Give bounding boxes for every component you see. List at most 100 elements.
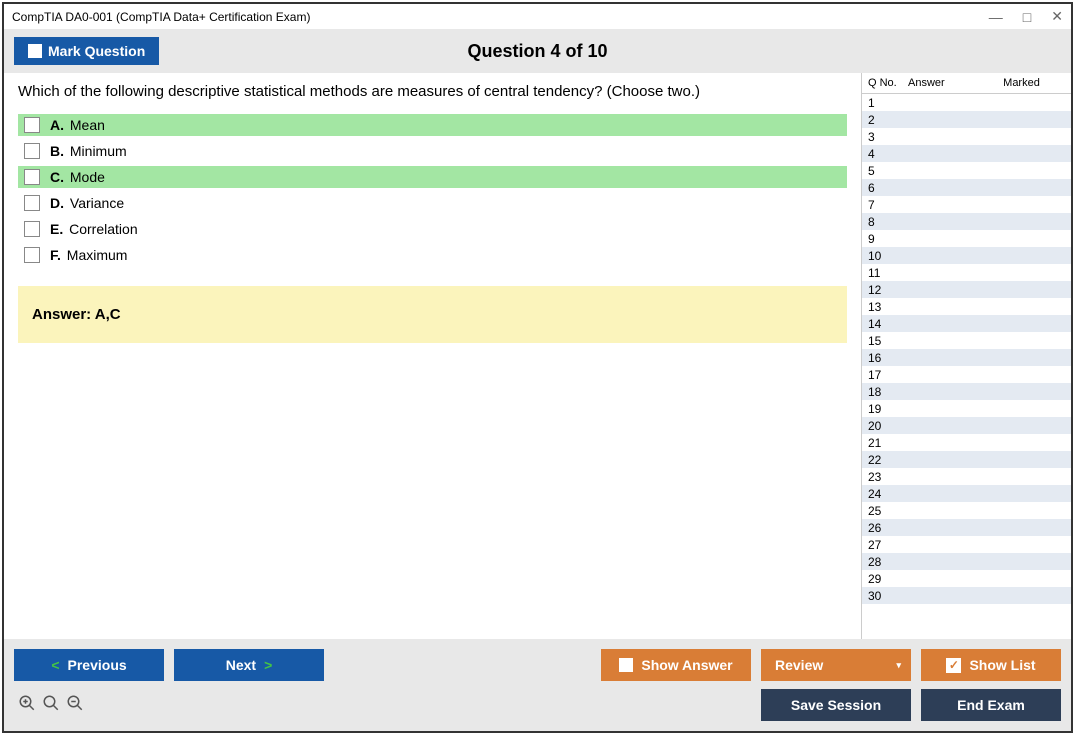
- question-list-row[interactable]: 5: [862, 162, 1071, 179]
- question-list-row[interactable]: 13: [862, 298, 1071, 315]
- option-row[interactable]: D. Variance: [18, 192, 847, 214]
- checkbox-icon[interactable]: [24, 195, 40, 211]
- mark-question-button[interactable]: Mark Question: [14, 37, 159, 65]
- question-list-row[interactable]: 19: [862, 400, 1071, 417]
- question-list-row[interactable]: 15: [862, 332, 1071, 349]
- qno-cell: 14: [868, 317, 908, 331]
- show-answer-label: Show Answer: [641, 657, 732, 673]
- question-list-row[interactable]: 16: [862, 349, 1071, 366]
- qno-cell: 29: [868, 572, 908, 586]
- question-list-row[interactable]: 7: [862, 196, 1071, 213]
- maximize-icon[interactable]: □: [1023, 9, 1031, 25]
- window-title: CompTIA DA0-001 (CompTIA Data+ Certifica…: [12, 10, 310, 24]
- footer-bar: < Previous Next > Show Answer Review ▾ ✓…: [4, 639, 1071, 731]
- question-counter: Question 4 of 10: [467, 41, 607, 62]
- previous-button[interactable]: < Previous: [14, 649, 164, 681]
- end-exam-button[interactable]: End Exam: [921, 689, 1061, 721]
- option-row[interactable]: C. Mode: [18, 166, 847, 188]
- question-list-row[interactable]: 21: [862, 434, 1071, 451]
- qno-cell: 3: [868, 130, 908, 144]
- main-area: Which of the following descriptive stati…: [4, 73, 1071, 639]
- option-text: F. Maximum: [50, 247, 127, 263]
- next-button[interactable]: Next >: [174, 649, 324, 681]
- option-text: B. Minimum: [50, 143, 127, 159]
- question-list-row[interactable]: 6: [862, 179, 1071, 196]
- zoom-in-icon[interactable]: [18, 694, 36, 717]
- question-list-row[interactable]: 14: [862, 315, 1071, 332]
- show-list-label: Show List: [969, 657, 1035, 673]
- option-row[interactable]: A. Mean: [18, 114, 847, 136]
- option-row[interactable]: E. Correlation: [18, 218, 847, 240]
- question-list-row[interactable]: 17: [862, 366, 1071, 383]
- qno-cell: 24: [868, 487, 908, 501]
- zoom-reset-icon[interactable]: [42, 694, 60, 717]
- checkbox-icon[interactable]: [24, 143, 40, 159]
- qno-cell: 10: [868, 249, 908, 263]
- qno-cell: 4: [868, 147, 908, 161]
- review-button[interactable]: Review ▾: [761, 649, 911, 681]
- question-list-row[interactable]: 10: [862, 247, 1071, 264]
- question-list-row[interactable]: 1: [862, 94, 1071, 111]
- question-list-row[interactable]: 18: [862, 383, 1071, 400]
- save-session-button[interactable]: Save Session: [761, 689, 911, 721]
- question-list-row[interactable]: 23: [862, 468, 1071, 485]
- show-answer-button[interactable]: Show Answer: [601, 649, 751, 681]
- checkbox-icon: [28, 44, 42, 58]
- question-list-row[interactable]: 11: [862, 264, 1071, 281]
- qno-cell: 20: [868, 419, 908, 433]
- question-list-row[interactable]: 25: [862, 502, 1071, 519]
- checkmark-icon: ✓: [946, 658, 961, 673]
- checkbox-icon[interactable]: [24, 117, 40, 133]
- question-list-row[interactable]: 2: [862, 111, 1071, 128]
- answer-box: Answer: A,C: [18, 286, 847, 343]
- option-text: C. Mode: [50, 169, 105, 185]
- qno-cell: 7: [868, 198, 908, 212]
- question-list-row[interactable]: 29: [862, 570, 1071, 587]
- window-controls: — □ ✕: [989, 8, 1063, 25]
- zoom-controls: [14, 694, 84, 717]
- qno-cell: 9: [868, 232, 908, 246]
- question-list-row[interactable]: 28: [862, 553, 1071, 570]
- qno-cell: 26: [868, 521, 908, 535]
- close-icon[interactable]: ✕: [1051, 8, 1063, 25]
- option-row[interactable]: B. Minimum: [18, 140, 847, 162]
- chevron-right-icon: >: [264, 657, 272, 673]
- zoom-out-icon[interactable]: [66, 694, 84, 717]
- qno-cell: 6: [868, 181, 908, 195]
- checkbox-icon[interactable]: [24, 221, 40, 237]
- question-list[interactable]: 1234567891011121314151617181920212223242…: [862, 94, 1071, 639]
- question-pane: Which of the following descriptive stati…: [4, 73, 861, 639]
- question-list-row[interactable]: 8: [862, 213, 1071, 230]
- option-text: A. Mean: [50, 117, 105, 133]
- question-list-row[interactable]: 22: [862, 451, 1071, 468]
- qno-cell: 12: [868, 283, 908, 297]
- checkbox-icon[interactable]: [24, 169, 40, 185]
- question-list-row[interactable]: 3: [862, 128, 1071, 145]
- option-row[interactable]: F. Maximum: [18, 244, 847, 266]
- question-list-row[interactable]: 27: [862, 536, 1071, 553]
- header-bar: Mark Question Question 4 of 10: [4, 29, 1071, 73]
- qno-cell: 19: [868, 402, 908, 416]
- show-list-button[interactable]: ✓ Show List: [921, 649, 1061, 681]
- question-list-row[interactable]: 4: [862, 145, 1071, 162]
- question-list-row[interactable]: 24: [862, 485, 1071, 502]
- previous-label: Previous: [68, 657, 127, 673]
- qno-cell: 25: [868, 504, 908, 518]
- qno-cell: 1: [868, 96, 908, 110]
- qno-cell: 18: [868, 385, 908, 399]
- col-qno: Q No.: [868, 77, 908, 89]
- qno-cell: 22: [868, 453, 908, 467]
- question-list-row[interactable]: 26: [862, 519, 1071, 536]
- checkbox-icon[interactable]: [24, 247, 40, 263]
- minimize-icon[interactable]: —: [989, 9, 1003, 25]
- footer-row-1: < Previous Next > Show Answer Review ▾ ✓…: [14, 649, 1061, 681]
- question-list-row[interactable]: 30: [862, 587, 1071, 604]
- footer-row-2: Save Session End Exam: [14, 689, 1061, 721]
- question-list-row[interactable]: 9: [862, 230, 1071, 247]
- question-list-row[interactable]: 20: [862, 417, 1071, 434]
- col-marked: Marked: [978, 77, 1065, 89]
- question-list-row[interactable]: 12: [862, 281, 1071, 298]
- review-label: Review: [775, 657, 823, 673]
- qno-cell: 8: [868, 215, 908, 229]
- end-exam-label: End Exam: [957, 697, 1025, 713]
